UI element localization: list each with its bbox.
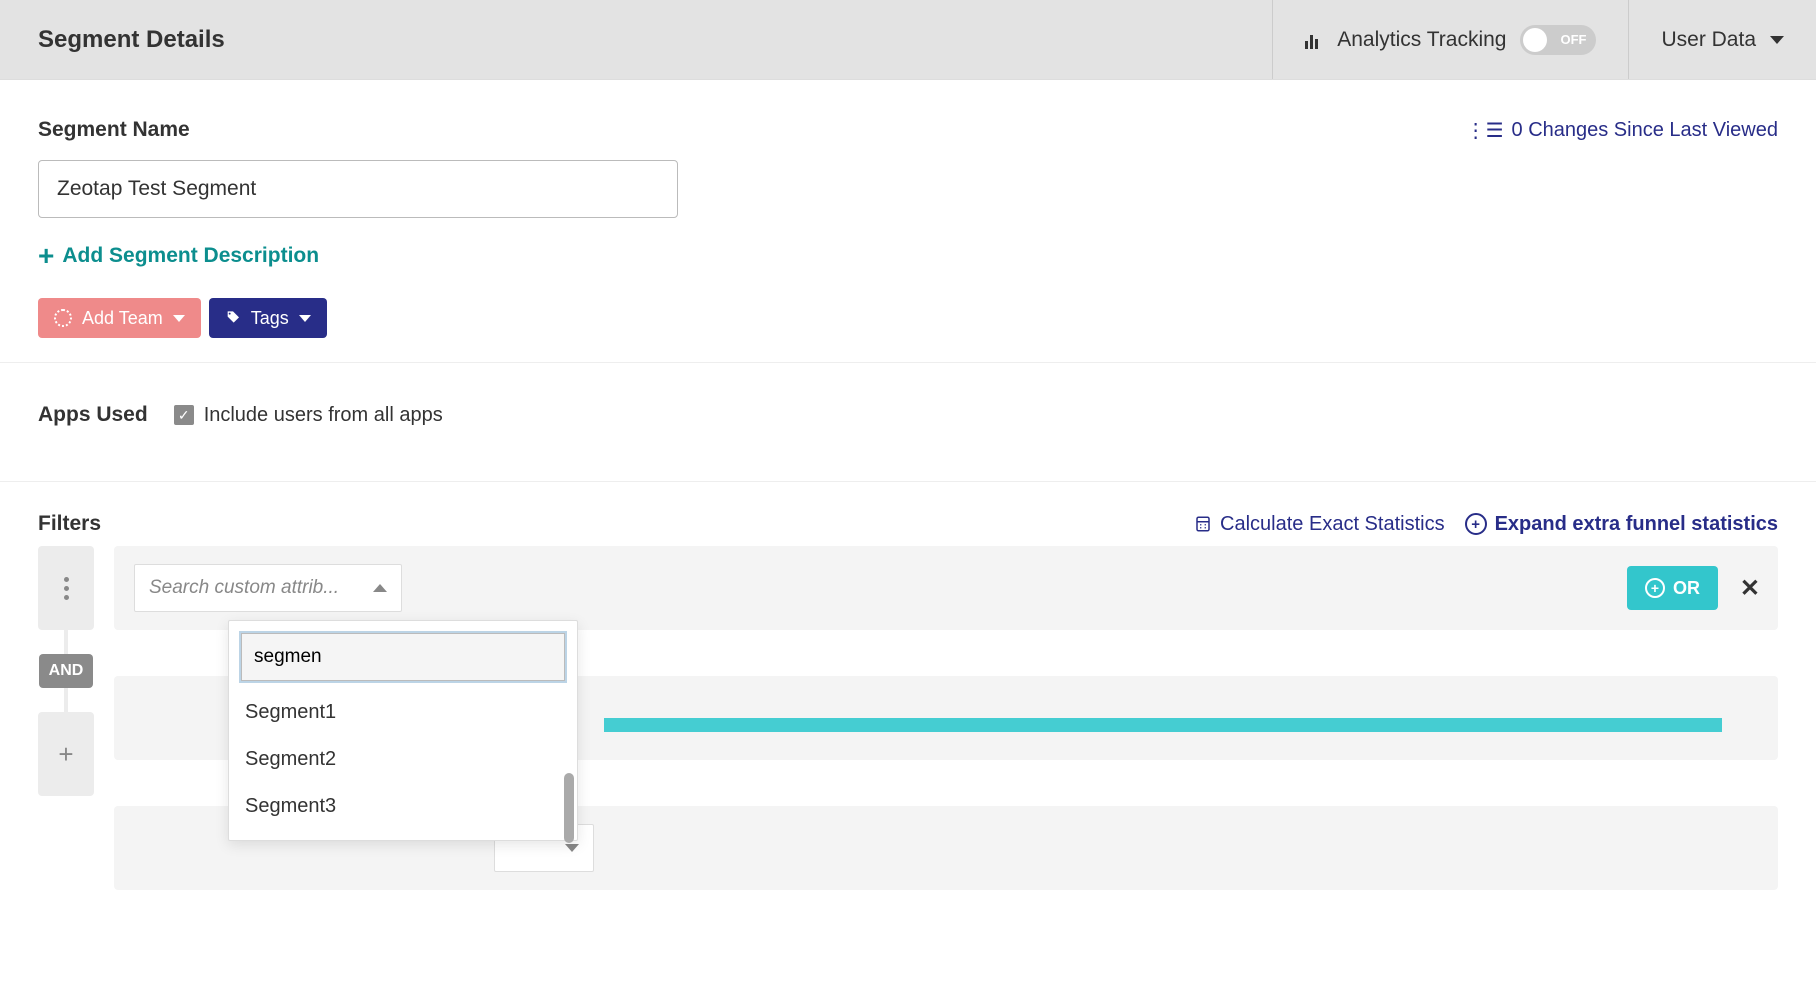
dropdown-scrollbar[interactable] [564,773,574,843]
expand-funnel-link[interactable]: + Expand extra funnel statistics [1465,513,1778,536]
segment-name-input[interactable] [38,160,678,218]
segment-name-block: Segment Name [38,118,678,218]
attribute-dropdown: Segment1 Segment2 Segment3 [228,620,578,841]
tags-button[interactable]: Tags [209,298,327,338]
caret-down-icon [299,315,311,322]
dropdown-search-input[interactable] [241,633,565,681]
filter-row-1: Search custom attrib... + OR ✕ Segment1 … [114,546,1778,630]
toggle-knob [1523,28,1547,52]
dropdown-option[interactable]: Segment3 [229,783,577,830]
or-label: OR [1673,578,1700,599]
changes-link-text: 0 Changes Since Last Viewed [1512,119,1778,142]
include-label: Include users from all apps [204,404,443,427]
filters-label: Filters [38,512,101,536]
header-bar: Segment Details Analytics Tracking OFF U… [0,0,1816,80]
filters-header: Filters Calculate Exact Statistics + Exp… [0,482,1816,546]
and-operator[interactable]: AND [39,654,94,688]
filter-builder: AND + Search custom attrib... + OR ✕ Seg… [0,546,1816,910]
add-team-label: Add Team [82,308,163,329]
analytics-label: Analytics Tracking [1337,28,1506,52]
segment-name-label: Segment Name [38,118,678,142]
segment-content: Segment Name ⋮☰ 0 Changes Since Last Vie… [0,80,1816,338]
apps-used-row: Apps Used ✓ Include users from all apps [0,363,1816,457]
add-segment-description[interactable]: + Add Segment Description [38,242,1778,270]
page-title: Segment Details [38,26,1272,54]
checkbox-icon: ✓ [174,405,194,425]
filters-links: Calculate Exact Statistics + Expand extr… [1194,513,1778,536]
analytics-tracking-section: Analytics Tracking OFF [1272,0,1628,79]
tag-icon [225,310,241,326]
toggle-off-text: OFF [1560,32,1586,47]
filter-progress-bar [604,718,1722,732]
header-left: Segment Details [0,26,1272,54]
dropdown-option[interactable]: Segment2 [229,736,577,783]
or-button[interactable]: + OR [1627,566,1718,610]
tags-label: Tags [251,308,289,329]
user-data-dropdown[interactable]: User Data [1628,0,1816,79]
attribute-select[interactable]: Search custom attrib... [134,564,402,612]
attribute-placeholder: Search custom attrib... [149,577,339,599]
add-desc-label: Add Segment Description [62,244,319,268]
include-all-apps[interactable]: ✓ Include users from all apps [174,404,443,427]
calc-stats-text: Calculate Exact Statistics [1220,513,1445,536]
plus-icon: + [38,242,54,270]
add-team-button[interactable]: Add Team [38,298,201,338]
globe-icon [54,309,72,327]
add-filter-button[interactable]: + [38,712,94,796]
plus-circle-icon: + [1465,513,1487,535]
plus-circle-icon: + [1645,578,1665,598]
chevron-down-icon [1770,36,1784,44]
filter-rail: AND + [38,546,94,796]
kebab-icon [64,577,69,600]
dropdown-option[interactable]: Segment1 [229,689,577,736]
apps-used-label: Apps Used [38,403,148,427]
calculate-stats-link[interactable]: Calculate Exact Statistics [1194,513,1445,536]
list-icon: ⋮☰ [1466,118,1504,143]
analytics-toggle[interactable]: OFF [1520,25,1596,55]
remove-filter-button[interactable]: ✕ [1740,574,1760,603]
caret-up-icon [373,584,387,592]
rail-connector [64,630,68,654]
user-data-label: User Data [1661,28,1756,52]
expand-funnel-text: Expand extra funnel statistics [1495,513,1778,536]
analytics-icon [1305,31,1323,49]
caret-down-icon [565,844,579,852]
filter-rows: Search custom attrib... + OR ✕ Segment1 … [114,546,1778,890]
calculator-icon [1194,515,1212,533]
changes-since-viewed-link[interactable]: ⋮☰ 0 Changes Since Last Viewed [1466,118,1778,143]
segment-name-row: Segment Name ⋮☰ 0 Changes Since Last Vie… [38,118,1778,218]
filter-drag-handle[interactable] [38,546,94,630]
caret-down-icon [173,315,185,322]
button-row: Add Team Tags [38,298,1778,338]
rail-connector [64,688,68,712]
